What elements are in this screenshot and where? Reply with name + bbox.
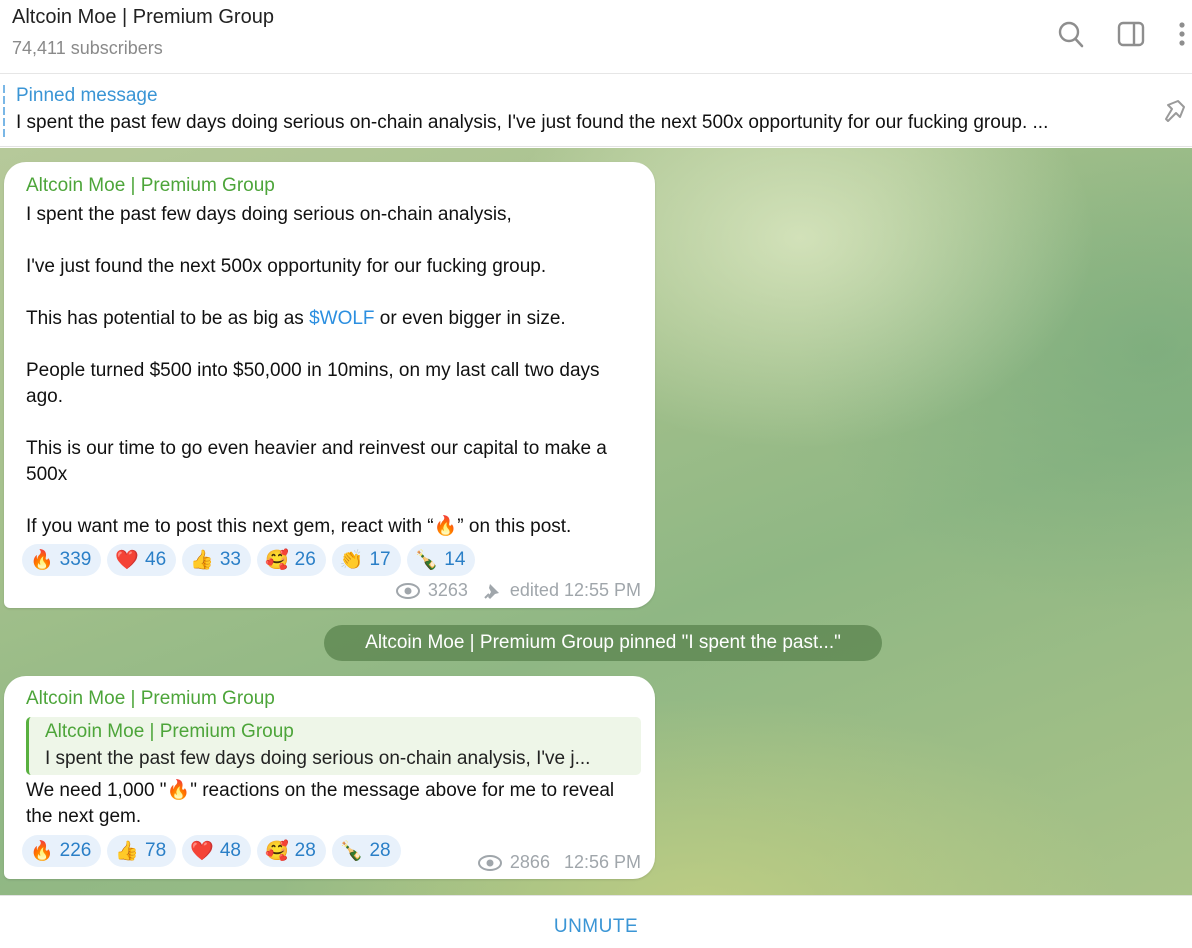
reaction-smiling-hearts[interactable]: 🥰 28 bbox=[257, 835, 326, 867]
cashtag-link[interactable]: $WOLF bbox=[309, 308, 374, 329]
reply-text: I spent the past few days doing serious … bbox=[45, 748, 591, 769]
message-meta: 2866 12:56 PM bbox=[477, 852, 641, 873]
unmute-button[interactable]: UNMUTE bbox=[0, 916, 1192, 938]
message-line: This is our time to go even heavier and … bbox=[26, 438, 607, 485]
subscriber-count: 74,411 subscribers bbox=[12, 38, 163, 58]
eye-icon bbox=[395, 582, 420, 599]
message-text: I spent the past few days doing serious … bbox=[26, 202, 638, 540]
message-line: I spent the past few days doing serious … bbox=[26, 204, 512, 225]
reaction-clap[interactable]: 👏 17 bbox=[331, 544, 401, 576]
reaction-smiling-hearts[interactable]: 🥰 26 bbox=[257, 544, 326, 576]
reply-preview[interactable]: Altcoin Moe | Premium Group I spent the … bbox=[26, 717, 641, 775]
chat-area: Altcoin Moe | Premium Group I spent the … bbox=[0, 148, 1192, 895]
view-count: 3263 bbox=[427, 580, 468, 600]
pinned-text: I spent the past few days doing serious … bbox=[16, 112, 1049, 133]
pinned-indicator bbox=[3, 85, 5, 137]
message-time: 12:56 PM bbox=[563, 852, 641, 872]
sender-name[interactable]: Altcoin Moe | Premium Group bbox=[26, 175, 275, 197]
reaction-champagne[interactable]: 🍾 28 bbox=[331, 835, 401, 867]
chat-header: Altcoin Moe | Premium Group 74,411 subsc… bbox=[0, 0, 1192, 74]
channel-title[interactable]: Altcoin Moe | Premium Group bbox=[12, 6, 274, 29]
reaction-fire[interactable]: 🔥 226 bbox=[22, 835, 102, 867]
more-options-icon[interactable] bbox=[1168, 18, 1192, 50]
message-text: We need 1,000 "🔥" reactions on the messa… bbox=[26, 780, 615, 827]
pin-icon[interactable] bbox=[1158, 97, 1188, 127]
view-count: 2866 bbox=[509, 852, 550, 872]
message-bubble[interactable]: Altcoin Moe | Premium Group Altcoin Moe … bbox=[4, 676, 655, 879]
sidebar-toggle-icon[interactable] bbox=[1116, 18, 1146, 50]
search-icon[interactable] bbox=[1056, 18, 1086, 50]
reaction-champagne[interactable]: 🍾 14 bbox=[406, 544, 476, 576]
reply-sender: Altcoin Moe | Premium Group bbox=[45, 721, 294, 742]
pinned-label: Pinned message bbox=[16, 85, 158, 106]
reaction-thumbs-up[interactable]: 👍 78 bbox=[107, 835, 177, 867]
reaction-thumbs-up[interactable]: 👍 33 bbox=[182, 544, 251, 576]
message-line: I've just found the next 500x opportunit… bbox=[26, 256, 547, 277]
reactions-row: 🔥 226 👍 78 ❤️ 48 🥰 28 🍾 28 bbox=[22, 835, 401, 867]
pinned-message-bar[interactable]: Pinned message I spent the past few days… bbox=[0, 75, 1192, 147]
message-bubble[interactable]: Altcoin Moe | Premium Group I spent the … bbox=[4, 162, 655, 608]
message-time: edited 12:55 PM bbox=[509, 580, 641, 600]
reaction-fire[interactable]: 🔥 339 bbox=[22, 544, 102, 576]
eye-icon bbox=[477, 854, 502, 871]
pin-icon bbox=[484, 583, 499, 599]
message-line: This has potential to be as big as $WOLF… bbox=[26, 308, 566, 329]
reaction-heart[interactable]: ❤️ 46 bbox=[107, 544, 177, 576]
chat-footer: UNMUTE bbox=[0, 895, 1192, 948]
service-message[interactable]: Altcoin Moe | Premium Group pinned "I sp… bbox=[324, 625, 882, 661]
message-line: If you want me to post this next gem, re… bbox=[26, 516, 572, 537]
reactions-row: 🔥 339 ❤️ 46 👍 33 🥰 26 👏 17 🍾 14 bbox=[22, 544, 476, 576]
sender-name[interactable]: Altcoin Moe | Premium Group bbox=[26, 688, 275, 710]
message-meta: 3263 edited 12:55 PM bbox=[395, 580, 641, 601]
message-line: People turned $500 into $50,000 in 10min… bbox=[26, 360, 600, 407]
reaction-heart[interactable]: ❤️ 48 bbox=[182, 835, 251, 867]
